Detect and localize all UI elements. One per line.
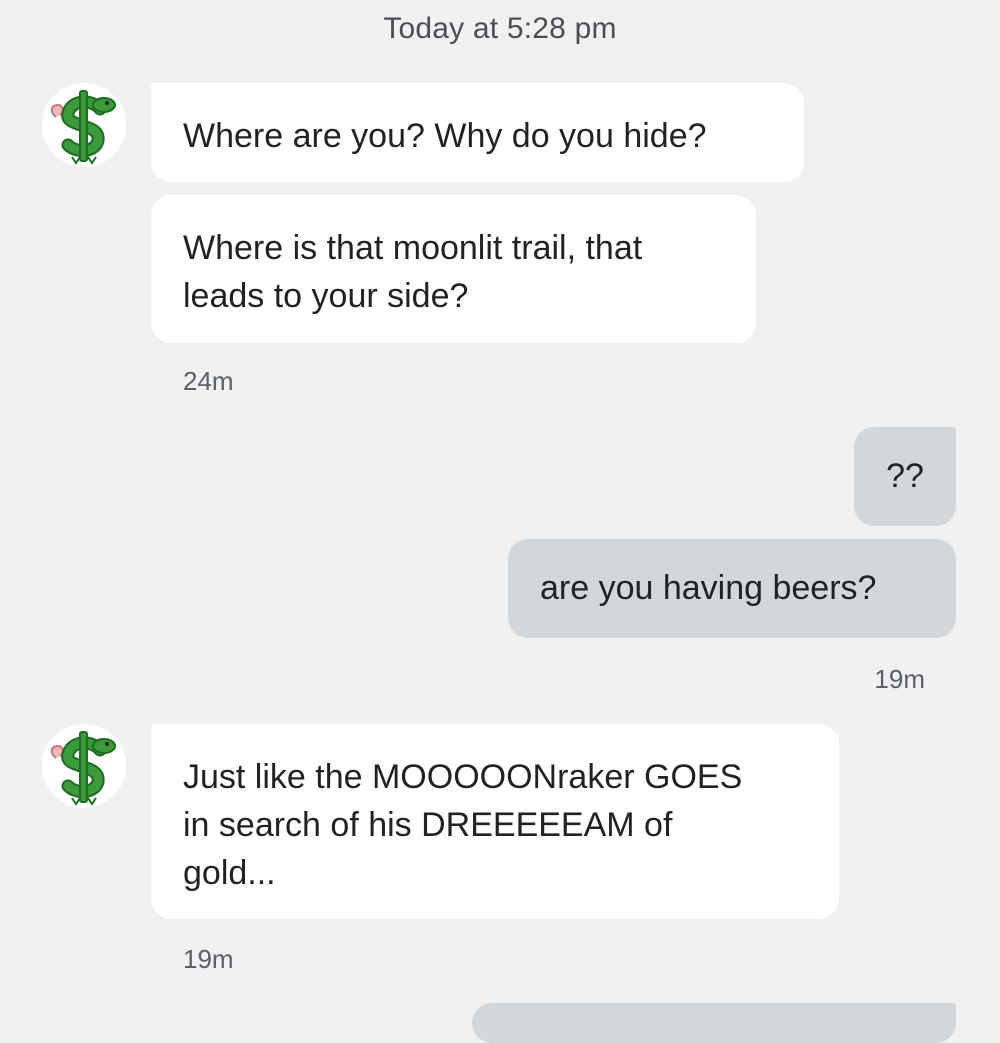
contact-avatar[interactable] xyxy=(42,83,126,167)
contact-avatar[interactable] xyxy=(42,724,126,808)
dollar-dragon-icon xyxy=(50,90,116,165)
message-timestamp: 24m xyxy=(183,366,234,396)
message-bubble[interactable]: are you having beers? xyxy=(508,539,956,638)
message-bubble[interactable]: ?? xyxy=(854,427,956,526)
day-header: Today at 5:28 pm xyxy=(383,12,617,45)
message-timestamp: 19m xyxy=(874,664,925,694)
message-timestamp: 19m xyxy=(183,944,234,974)
message-bubble[interactable]: Where is that moonlit trail, that leads … xyxy=(151,195,756,343)
message-bubble[interactable]: Where are you? Why do you hide? xyxy=(151,83,804,182)
message-bubble-partial[interactable] xyxy=(472,1003,956,1043)
message-bubble[interactable]: Just like the MOOOOONraker GOES in searc… xyxy=(151,724,839,919)
dollar-dragon-icon xyxy=(50,731,116,806)
